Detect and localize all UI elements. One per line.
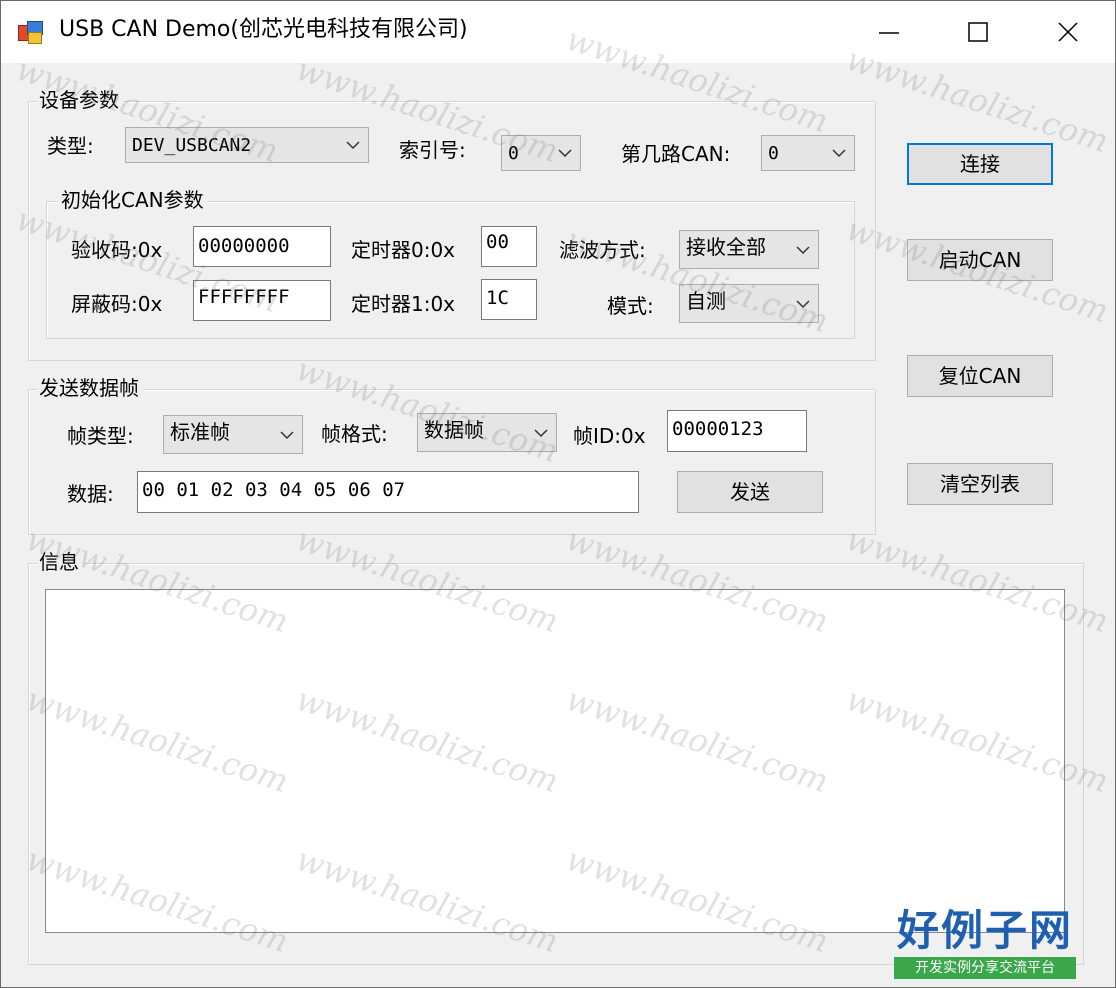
maximize-icon — [968, 22, 988, 42]
chevron-down-icon — [280, 431, 294, 440]
frame-format-label: 帧格式: — [321, 422, 388, 446]
mode-value: 自测 — [686, 289, 726, 313]
minimize-icon — [879, 32, 899, 34]
channel-label: 第几路CAN: — [621, 142, 731, 166]
index-label: 索引号: — [399, 138, 466, 162]
chevron-down-icon — [558, 149, 572, 158]
close-icon — [1058, 22, 1078, 42]
timer1-label: 定时器1:0x — [351, 292, 456, 316]
window-title: USB CAN Demo(创芯光电科技有限公司) — [59, 17, 468, 42]
info-label: 信息 — [37, 549, 83, 575]
logo-main-text: 好例子网 — [896, 906, 1073, 955]
data-input[interactable]: 00 01 02 03 04 05 06 07 — [137, 471, 639, 513]
mask-input[interactable]: FFFFFFFF — [193, 280, 331, 321]
minimize-button[interactable] — [843, 1, 933, 63]
send-frame-label: 发送数据帧 — [37, 375, 143, 401]
frame-id-label: 帧ID:0x — [573, 424, 646, 448]
type-select[interactable]: DEV_USBCAN2 — [125, 127, 369, 163]
mode-label: 模式: — [607, 294, 654, 318]
maximize-button[interactable] — [933, 1, 1023, 63]
mask-label: 屏蔽码:0x — [71, 292, 163, 316]
index-select-value: 0 — [508, 143, 519, 164]
connect-button[interactable]: 连接 — [907, 143, 1053, 185]
info-listbox[interactable] — [45, 589, 1065, 933]
index-select[interactable]: 0 — [501, 135, 581, 171]
timer1-input[interactable]: 1C — [481, 279, 537, 320]
chevron-down-icon — [796, 300, 810, 309]
chevron-down-icon — [832, 149, 846, 158]
frame-format-value: 数据帧 — [424, 418, 484, 442]
logo-sub-text: 开发实例分享交流平台 — [894, 957, 1076, 979]
device-params-label: 设备参数 — [37, 87, 123, 113]
frame-type-label: 帧类型: — [67, 424, 134, 448]
type-select-value: DEV_USBCAN2 — [132, 135, 252, 156]
title-bar[interactable]: USB CAN Demo(创芯光电科技有限公司) — [1, 1, 1115, 63]
frame-id-input[interactable]: 00000123 — [667, 410, 807, 452]
init-params-label: 初始化CAN参数 — [59, 187, 208, 213]
watermark-logo: 好例子网 开发实例分享交流平台 — [894, 907, 1076, 979]
chevron-down-icon — [534, 429, 548, 438]
timer0-input[interactable]: 00 — [481, 226, 537, 267]
acceptance-code-input[interactable]: 00000000 — [193, 226, 331, 267]
reset-can-button[interactable]: 复位CAN — [907, 355, 1053, 397]
clear-list-button[interactable]: 清空列表 — [907, 463, 1053, 505]
channel-select[interactable]: 0 — [761, 135, 855, 171]
channel-select-value: 0 — [768, 143, 779, 164]
send-button[interactable]: 发送 — [677, 471, 823, 513]
start-can-button[interactable]: 启动CAN — [907, 239, 1053, 281]
filter-mode-select[interactable]: 接收全部 — [679, 230, 819, 269]
filter-mode-label: 滤波方式: — [559, 238, 646, 262]
frame-type-select[interactable]: 标准帧 — [163, 415, 303, 454]
acceptance-code-label: 验收码:0x — [71, 238, 163, 262]
app-icon — [18, 21, 43, 44]
chevron-down-icon — [796, 246, 810, 255]
mode-select[interactable]: 自测 — [679, 284, 819, 323]
frame-format-select[interactable]: 数据帧 — [417, 413, 557, 452]
filter-mode-value: 接收全部 — [686, 235, 766, 259]
close-button[interactable] — [1023, 1, 1113, 63]
data-label: 数据: — [67, 482, 114, 506]
frame-type-value: 标准帧 — [170, 420, 230, 444]
timer0-label: 定时器0:0x — [351, 238, 456, 262]
app-window: USB CAN Demo(创芯光电科技有限公司) 设备参数 类型: DEV_US… — [0, 0, 1116, 988]
chevron-down-icon — [346, 141, 360, 150]
type-label: 类型: — [47, 134, 94, 158]
